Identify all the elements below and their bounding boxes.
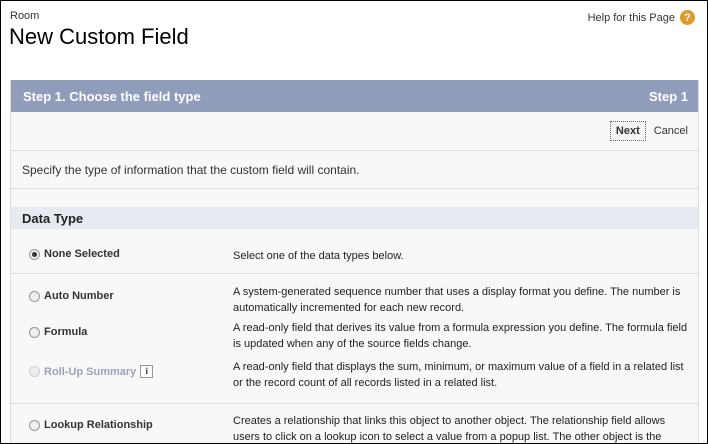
option-label: Formula — [44, 326, 88, 338]
instructions: Specify the type of information that the… — [11, 151, 698, 189]
radio-option-lookup-relationship[interactable]: Lookup Relationship — [29, 419, 153, 431]
button-row: Next Cancel — [11, 112, 698, 151]
option-description: A read-only field that derives its value… — [233, 322, 688, 350]
step-header: Step 1. Choose the field type Step 1 — [11, 80, 698, 112]
page-title: New Custom Field — [9, 24, 189, 49]
step-indicator: Step 1 — [648, 88, 688, 104]
radio-option-formula[interactable]: Formula — [29, 326, 87, 338]
radio-icon[interactable] — [29, 290, 40, 302]
object-name: Room — [10, 10, 40, 22]
step-panel: Step 1. Choose the field type Step 1 Nex… — [10, 80, 699, 443]
option-description: Creates a relationship that links this o… — [233, 415, 666, 443]
radio-selected-icon[interactable] — [29, 248, 40, 260]
option-description: A read-only field that displays the sum,… — [233, 361, 684, 389]
radio-option-auto-number[interactable]: Auto Number — [29, 290, 114, 302]
info-icon[interactable]: i — [140, 365, 154, 378]
option-label: Roll-Up Summary — [44, 365, 137, 378]
help-link[interactable]: Help for this Page ? — [588, 10, 695, 25]
radio-icon[interactable] — [29, 326, 40, 338]
question-circle-icon: ? — [680, 10, 695, 25]
option-label: None Selected — [44, 248, 120, 260]
option-label: Lookup Relationship — [44, 419, 153, 431]
section-title: Data Type — [11, 207, 698, 229]
next-button[interactable]: Next — [609, 121, 646, 141]
option-label: Auto Number — [44, 290, 114, 302]
radio-disabled-icon — [29, 366, 40, 377]
option-description: A system-generated sequence number that … — [233, 286, 681, 314]
page: Room New Custom Field Help for this Page… — [0, 0, 708, 444]
divider — [11, 273, 698, 274]
option-description: Select one of the data types below. — [233, 250, 404, 262]
cancel-button[interactable]: Cancel — [654, 125, 688, 137]
step-title: Step 1. Choose the field type — [23, 88, 201, 104]
radio-icon[interactable] — [29, 419, 40, 431]
radio-option-none-selected[interactable]: None Selected — [29, 248, 120, 260]
radio-option-roll-up-summary: Roll-Up Summary i — [29, 365, 154, 378]
divider — [11, 403, 698, 404]
help-label: Help for this Page — [587, 11, 675, 24]
